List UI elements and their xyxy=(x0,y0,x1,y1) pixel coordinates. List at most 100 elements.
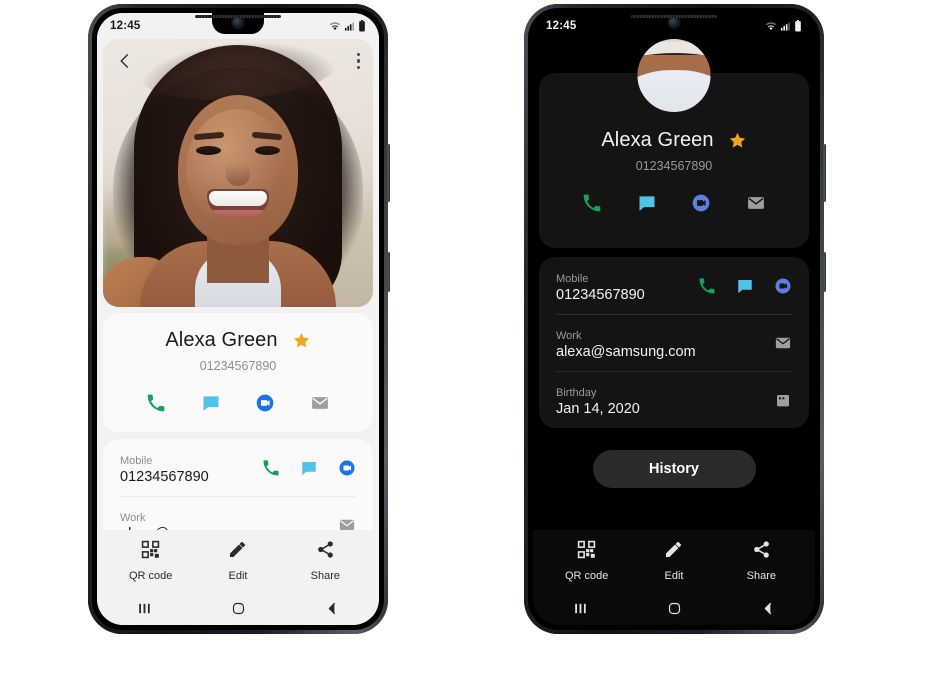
video-action[interactable] xyxy=(773,277,792,296)
back-button[interactable] xyxy=(748,595,788,621)
power-button-light[interactable] xyxy=(387,252,390,292)
detail-value: 01234567890 xyxy=(120,469,209,485)
status-icons xyxy=(765,20,802,32)
message-icon xyxy=(737,280,752,294)
edit-button[interactable]: Edit xyxy=(637,540,711,582)
earpiece-speaker xyxy=(631,14,717,18)
front-camera-icon xyxy=(668,17,680,28)
email-action[interactable] xyxy=(745,192,767,214)
video-action[interactable] xyxy=(690,192,712,214)
qr-code-button[interactable]: QR code xyxy=(114,540,188,582)
bottom-action-label: QR code xyxy=(128,570,173,582)
signal-icon xyxy=(344,21,354,31)
quick-action-row xyxy=(539,173,809,232)
recents-button[interactable] xyxy=(560,595,600,621)
back-chevron-icon xyxy=(764,602,771,614)
history-button[interactable]: History xyxy=(592,450,756,488)
volume-button-light[interactable] xyxy=(387,144,390,202)
mail-icon xyxy=(747,197,764,209)
bottom-action-label: Edit xyxy=(664,570,684,582)
pencil-icon xyxy=(228,540,247,564)
volume-button-dark[interactable] xyxy=(823,144,826,202)
home-button[interactable] xyxy=(654,595,694,621)
more-options-icon[interactable] xyxy=(356,53,360,69)
wifi-icon xyxy=(329,21,341,30)
share-button[interactable]: Share xyxy=(724,540,798,582)
detail-row-work[interactable]: Work alexa@samsung.com xyxy=(539,314,809,371)
bottom-bar: QR code Edit Share xyxy=(97,530,379,625)
detail-label: Mobile xyxy=(120,455,153,467)
duo-video-icon xyxy=(775,278,790,294)
message-icon xyxy=(203,396,219,411)
duo-video-icon xyxy=(339,460,354,476)
contact-name: Alexa Green xyxy=(601,129,714,151)
message-action[interactable] xyxy=(636,192,658,214)
photo-header xyxy=(103,39,373,83)
message-icon xyxy=(639,196,655,211)
battery-icon xyxy=(795,20,801,32)
call-action[interactable] xyxy=(261,459,280,478)
bottom-action-label: Edit xyxy=(228,570,248,582)
earpiece-speaker xyxy=(195,14,281,18)
video-action[interactable] xyxy=(254,392,276,414)
duo-video-icon xyxy=(256,394,274,412)
detail-row-mobile[interactable]: Mobile 01234567890 xyxy=(539,257,809,314)
detail-value: Jan 14, 2020 xyxy=(556,401,640,417)
detail-row-birthday[interactable]: Birthday Jan 14, 2020 xyxy=(539,371,809,428)
contact-name-row: Alexa Green xyxy=(103,313,373,352)
recents-icon xyxy=(574,603,586,613)
calendar-action[interactable] xyxy=(773,391,792,410)
call-action[interactable] xyxy=(697,277,716,296)
detail-label: Mobile xyxy=(556,273,589,285)
bottom-action-label: QR code xyxy=(564,570,609,582)
bottom-action-label: Share xyxy=(310,570,340,582)
message-action[interactable] xyxy=(735,277,754,296)
call-action[interactable] xyxy=(581,192,603,214)
mail-icon xyxy=(775,337,790,349)
navigation-bar xyxy=(533,591,815,625)
status-clock: 12:45 xyxy=(546,20,577,32)
bottom-action-label: Share xyxy=(746,570,776,582)
duo-video-icon xyxy=(692,194,710,212)
email-action[interactable] xyxy=(773,334,792,353)
recents-icon xyxy=(138,603,150,613)
detail-row-mobile[interactable]: Mobile 01234567890 xyxy=(103,439,373,496)
detail-label: Work xyxy=(120,512,146,524)
phone-icon xyxy=(147,394,165,412)
phone-bezel-light: 12:45 Alexa Green 01234567890 Mobile 012… xyxy=(92,8,384,630)
message-icon xyxy=(301,462,316,476)
detail-label: Birthday xyxy=(556,387,597,399)
phone-icon xyxy=(699,278,714,294)
home-circle-icon xyxy=(232,602,244,614)
detail-label: Work xyxy=(556,330,582,342)
power-button-dark[interactable] xyxy=(823,252,826,292)
mail-icon xyxy=(311,397,328,409)
edit-button[interactable]: Edit xyxy=(201,540,275,582)
back-chevron-icon[interactable] xyxy=(116,52,134,70)
bottom-bar: QR code Edit Share xyxy=(533,530,815,625)
recents-button[interactable] xyxy=(124,595,164,621)
favorite-star-icon[interactable] xyxy=(728,131,747,150)
home-button[interactable] xyxy=(218,595,258,621)
share-button[interactable]: Share xyxy=(288,540,362,582)
history-section: History xyxy=(533,450,815,488)
video-action[interactable] xyxy=(337,459,356,478)
avatar[interactable] xyxy=(637,39,711,112)
bottom-action-row: QR code Edit Share xyxy=(533,530,815,591)
front-camera-icon xyxy=(232,17,244,28)
contact-photo xyxy=(637,41,711,112)
phone-bezel-dark: 12:45 Alexa Green 01234567890 Mobile 012… xyxy=(528,8,820,630)
wifi-icon xyxy=(765,21,777,30)
navigation-bar xyxy=(97,591,379,625)
contact-hero-card: Alexa Green 01234567890 xyxy=(539,39,809,248)
contact-photo-card[interactable] xyxy=(103,39,373,307)
favorite-star-icon[interactable] xyxy=(292,331,311,350)
message-action[interactable] xyxy=(299,459,318,478)
email-action[interactable] xyxy=(309,392,331,414)
back-button[interactable] xyxy=(312,595,352,621)
phone-device-light: 12:45 Alexa Green 01234567890 Mobile 012… xyxy=(88,4,390,634)
call-action[interactable] xyxy=(145,392,167,414)
phone-device-dark: 12:45 Alexa Green 01234567890 Mobile 012… xyxy=(524,4,826,634)
qr-code-button[interactable]: QR code xyxy=(550,540,624,582)
message-action[interactable] xyxy=(200,392,222,414)
